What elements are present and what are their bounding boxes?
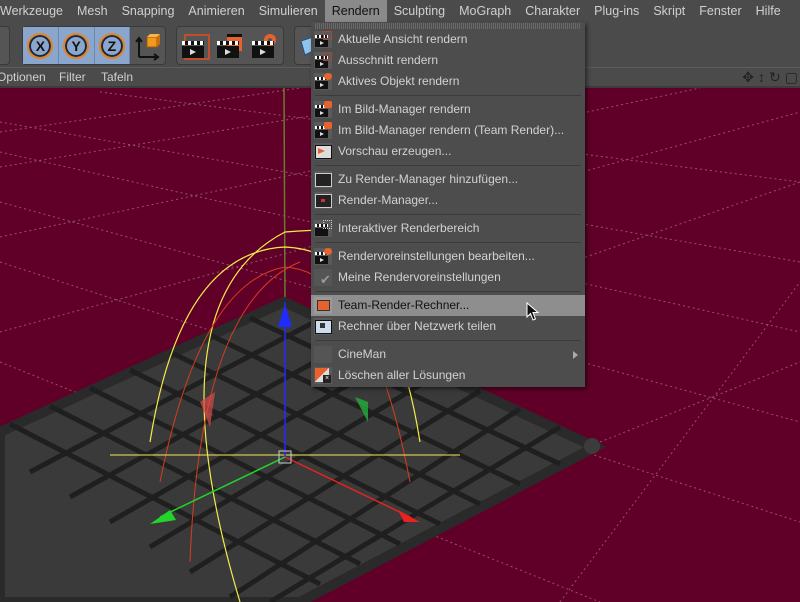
menu-plugins[interactable]: Plug-ins: [587, 0, 646, 22]
menu-item-rendervoreinstellungen-bearbeiten[interactable]: Rendervoreinstellungen bearbeiten...: [311, 246, 585, 267]
x-axis-icon: X: [27, 32, 54, 59]
menu-item-cineman[interactable]: CineMan: [311, 344, 585, 365]
checkmark-icon: ✔: [314, 269, 332, 287]
menu-snapping[interactable]: Snapping: [115, 0, 182, 22]
menu-item-aktives-objekt-rendern[interactable]: Aktives Objekt rendern: [311, 71, 585, 92]
edit-render-settings-icon: [314, 248, 332, 265]
share-machine-icon: [314, 318, 332, 335]
viewport-nav-icons: ✥ ↕ ↻ ▢: [742, 69, 798, 86]
menu-item-im-bild-manager-rendern[interactable]: Im Bild-Manager rendern: [311, 99, 585, 120]
menu-item-loeschen-aller-loesungen[interactable]: × Löschen aller Lösungen: [311, 365, 585, 386]
menu-fenster[interactable]: Fenster: [692, 0, 748, 22]
make-preview-icon: [314, 143, 332, 160]
move-view-icon[interactable]: ✥: [742, 69, 754, 86]
menu-bar: Werkzeuge Mesh Snapping Animieren Simuli…: [0, 0, 800, 22]
render-view-icon: [181, 33, 210, 60]
menu-separator: [311, 162, 585, 169]
render-group: [176, 26, 284, 65]
z-axis-icon: Z: [98, 32, 125, 59]
viewport-menu-tafeln[interactable]: Tafeln: [101, 70, 133, 84]
rendern-dropdown-menu: Aktuelle Ansicht rendern Ausschnitt rend…: [311, 22, 585, 387]
coordinate-system-button[interactable]: [130, 27, 165, 64]
interactive-render-region-icon: [314, 220, 332, 237]
team-render-picture-viewer-icon: [314, 122, 332, 139]
mouse-cursor-icon: [526, 302, 540, 321]
menu-skript[interactable]: Skript: [646, 0, 692, 22]
menu-sculpting[interactable]: Sculpting: [387, 0, 452, 22]
menu-item-im-bild-manager-rendern-team-render[interactable]: Im Bild-Manager rendern (Team Render)...: [311, 120, 585, 141]
coordinate-system-icon: [134, 33, 160, 61]
menu-item-team-render-rechner[interactable]: Team-Render-Rechner...: [311, 295, 585, 316]
render-picture-viewer-icon: [314, 101, 332, 118]
menu-item-aktuelle-ansicht-rendern[interactable]: Aktuelle Ansicht rendern: [311, 29, 585, 50]
render-picture-viewer-icon: [216, 33, 243, 59]
render-picture-viewer-button[interactable]: [212, 27, 247, 64]
menu-item-ausschnitt-rendern[interactable]: Ausschnitt rendern: [311, 50, 585, 71]
toolbar-group-left: [0, 26, 10, 65]
menu-separator: [311, 288, 585, 295]
zoom-view-icon[interactable]: ↕: [758, 69, 765, 86]
menu-hilfe[interactable]: Hilfe: [749, 0, 788, 22]
menu-separator: [311, 337, 585, 344]
maximize-view-icon[interactable]: ▢: [785, 69, 798, 86]
menu-item-render-manager[interactable]: Render-Manager...: [311, 190, 585, 211]
menu-item-interaktiver-renderbereich[interactable]: Interaktiver Renderbereich: [311, 218, 585, 239]
viewport-menu-optionen[interactable]: Optionen: [0, 70, 46, 84]
menu-item-rechner-ueber-netzwerk-teilen[interactable]: Rechner über Netzwerk teilen: [311, 316, 585, 337]
menu-item-vorschau-erzeugen[interactable]: Vorschau erzeugen...: [311, 141, 585, 162]
render-settings-button[interactable]: [247, 27, 282, 64]
x-axis-lock-button[interactable]: X: [23, 27, 59, 64]
y-axis-icon: Y: [63, 32, 90, 59]
render-region-icon: [314, 52, 332, 69]
render-view-icon: [314, 31, 332, 48]
menu-simulieren[interactable]: Simulieren: [252, 0, 325, 22]
render-active-object-icon: [314, 73, 332, 90]
menu-separator: [311, 211, 585, 218]
axis-lock-group: X Y Z: [22, 26, 166, 65]
flush-solutions-icon: ×: [314, 367, 332, 384]
menu-separator: [311, 239, 585, 246]
y-axis-lock-button[interactable]: Y: [58, 27, 95, 64]
menu-rendern[interactable]: Rendern: [324, 0, 387, 22]
render-queue-icon: [314, 192, 332, 209]
menu-mograph[interactable]: MoGraph: [452, 0, 518, 22]
menu-werkzeuge[interactable]: Werkzeuge: [0, 0, 70, 22]
submenu-arrow-icon: [573, 351, 578, 359]
menu-mesh[interactable]: Mesh: [70, 0, 115, 22]
tool-button-partial[interactable]: [0, 27, 9, 64]
add-to-render-queue-icon: [314, 171, 332, 188]
rotate-view-icon[interactable]: ↻: [769, 69, 781, 86]
viewport-menu-filter[interactable]: Filter: [59, 70, 86, 84]
render-settings-icon: [251, 33, 278, 59]
render-view-button[interactable]: [177, 27, 212, 64]
menu-charakter[interactable]: Charakter: [518, 0, 587, 22]
menu-animieren[interactable]: Animieren: [181, 0, 251, 22]
z-axis-lock-button[interactable]: Z: [94, 27, 131, 64]
team-render-machines-icon: [314, 297, 332, 314]
cineman-icon-placeholder: [314, 346, 332, 363]
menu-separator: [311, 92, 585, 99]
menu-item-zu-render-manager-hinzufuegen[interactable]: Zu Render-Manager hinzufügen...: [311, 169, 585, 190]
menu-item-meine-rendervoreinstellungen[interactable]: ✔ Meine Rendervoreinstellungen: [311, 267, 585, 288]
